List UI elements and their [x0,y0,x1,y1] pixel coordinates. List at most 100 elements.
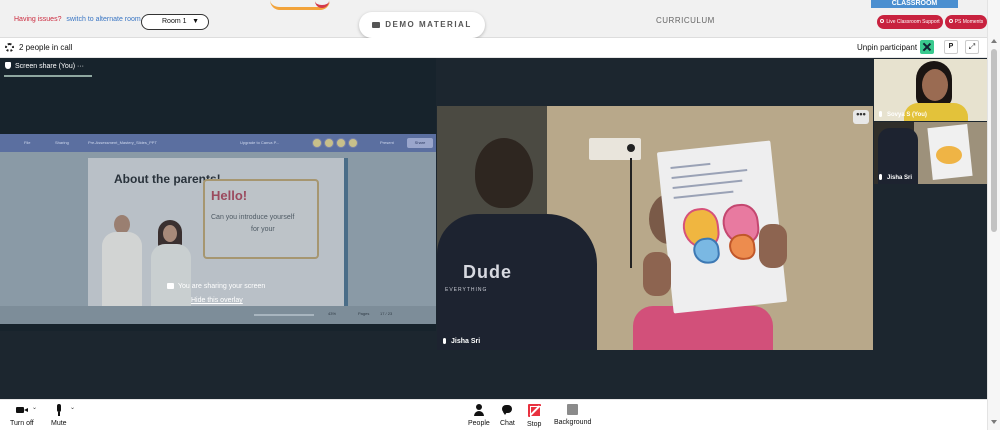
adult-body [437,214,597,350]
thumb-face [922,69,948,101]
slide-photo-father [100,215,144,306]
people-button[interactable]: People [468,404,490,427]
screen-share-tile[interactable]: Screen share (You) ··· File Sharing Pre-… [0,58,436,331]
gear-icon[interactable] [5,43,14,52]
participant-video-thumbnail[interactable]: Jisha Sri [874,122,987,184]
self-video-thumbnail[interactable]: Sovya S (You) [874,59,987,121]
issues-label: Having issues? [14,16,62,23]
hello-heading: Hello! [211,188,248,203]
page-scrollbar[interactable] [987,0,1000,430]
camera-button[interactable]: Turn off [10,404,34,427]
thumb-butterfly [936,146,962,164]
live-support-label: Live Classroom Support [886,19,940,25]
cable [630,158,632,268]
butterfly-wing [727,232,757,262]
app-root: Having issues? switch to alternate room … [0,0,1000,430]
live-support-button[interactable]: Live Classroom Support [877,15,943,29]
scrollbar-thumb[interactable] [991,49,997,232]
camera-icon [15,404,28,416]
issues-notice: Having issues? switch to alternate room [14,16,141,23]
shirt-print: Dude [463,262,512,282]
collaborator-avatar [336,138,346,148]
chat-label: Chat [500,420,515,427]
expand-icon[interactable]: ⤢ [965,40,979,54]
demo-material-button[interactable]: DEMO MATERIAL [359,12,485,38]
demo-material-label: DEMO MATERIAL [385,20,472,29]
thumbnail-name-tag: Sovya S (You) [879,111,927,118]
call-info-bar: 2 people in call Unpin participant [0,38,987,58]
collaborator-avatar [312,138,322,148]
chevron-down-icon: ▼ [192,18,199,25]
slide-photo-mother [148,220,194,306]
participant-name: Jisha Sri [451,338,481,345]
chat-icon [501,404,513,416]
more-options-icon[interactable]: ··· [77,63,84,70]
collaborator-avatar [324,138,334,148]
people-in-call-count: 2 people in call [19,43,73,52]
hide-overlay-link[interactable]: Hide this overlay [191,297,243,304]
adult-head [475,138,533,208]
collaborator-avatar [348,138,358,148]
mic-icon [443,338,446,344]
page-number: 17 / 23 [380,311,393,316]
camera-options-chevron-icon[interactable]: ⌄ [32,404,37,411]
unpin-participant-button[interactable] [920,40,934,54]
unpin-participant-label: Unpin participant [857,43,918,52]
zoom-slider [254,314,314,316]
child-hand [759,224,787,268]
canva-doc-name: Pre-Assessment_Mastery_Slides_PPT [88,140,157,145]
participant-more-button[interactable]: ••• [853,110,869,124]
canva-sharing-menu: Sharing [55,140,69,145]
thumbnail-name-tag: Jisha Sri [879,174,912,181]
room-select[interactable]: Room 1 ▼ [141,14,209,30]
intro-line-2: for your [251,226,275,233]
chat-button[interactable]: Chat [500,404,515,427]
moments-icon [948,19,953,23]
curriculum-tab[interactable]: CURRICULUM [656,16,715,25]
sharing-overlay-message: You are sharing your screen [167,283,265,290]
video-stage: Screen share (You) ··· File Sharing Pre-… [0,58,987,399]
photo-body [102,232,142,306]
room-select-value: Room 1 [162,18,187,25]
folder-icon [372,22,381,28]
people-label: People [468,420,490,427]
background-icon [567,404,579,415]
mic-icon [879,111,882,117]
sharing-message-text: You are sharing your screen [178,283,266,290]
plug [627,144,635,152]
scroll-down-arrow-icon[interactable] [991,420,997,424]
support-icon [880,19,885,23]
worksheet-line [673,190,734,199]
ps-moments-button[interactable]: PS Moments [945,15,987,29]
pages-label: Pages [358,311,370,316]
scroll-up-arrow-icon[interactable] [991,39,997,43]
mute-label: Mute [51,420,67,427]
background-button[interactable]: Background [554,404,591,426]
screen-share-tab[interactable]: Screen share (You) ··· [5,62,84,70]
shield-icon [5,62,11,69]
screen-share-tab-label: Screen share (You) [15,63,76,70]
canva-footer: 43% Pages 17 / 23 [0,306,436,324]
thumbnail-name: Jisha Sri [887,175,913,181]
canva-toolbar: File Sharing Pre-Assessment_Mastery_Slid… [0,134,436,152]
shared-slide-preview: File Sharing Pre-Assessment_Mastery_Slid… [0,134,436,324]
stop-share-button[interactable]: Stop [527,404,541,428]
canva-share-button: Share [407,138,433,148]
pinned-participant-video[interactable]: Dude EVERYTHING ••• Jisha Sri [437,106,873,350]
zoom-level: 43% [328,311,337,316]
active-tab-underline [4,75,92,77]
adult-in-video: Dude EVERYTHING [437,126,607,350]
worksheet-line [672,179,743,189]
intro-text: Can you introduce yourself for your [211,212,294,236]
stop-share-icon [527,404,541,417]
butterfly-drawing [681,202,766,266]
mic-options-chevron-icon[interactable]: ⌄ [70,404,75,411]
mute-button[interactable]: Mute [51,404,67,427]
mic-icon [879,174,882,180]
alternate-room-link[interactable]: switch to alternate room [66,16,140,23]
stop-label: Stop [527,421,542,428]
ps-moments-label: PS Moments [954,19,984,25]
canva-file-menu: File [24,140,31,145]
pin-p-button[interactable]: P [944,40,958,54]
child-body [633,306,773,350]
